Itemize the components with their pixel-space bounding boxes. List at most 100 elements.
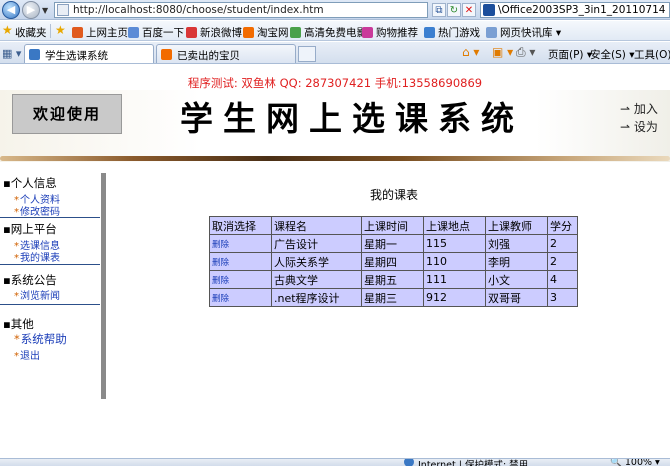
new-tab-button[interactable] — [298, 46, 316, 62]
fav-icon — [243, 27, 254, 38]
url-text: http://localhost:8080/choose/student/ind… — [73, 4, 324, 16]
address-bar: ◀ ▶ ▼ http://localhost:8080/choose/stude… — [0, 0, 670, 20]
course-location: 912 — [423, 288, 486, 307]
delete-link[interactable]: 删除 — [209, 270, 272, 289]
favorites-star-icon[interactable]: ★ — [2, 23, 13, 37]
col-location: 上课地点 — [423, 216, 486, 235]
sidebar-item-news[interactable]: 浏览新闻 — [14, 287, 60, 302]
table-row: 删除 广告设计 星期一 115 刘强 2 — [209, 234, 578, 253]
section-platform: ▪网上平台 — [3, 222, 57, 236]
table-row: 删除 .net程序设计 星期三 912 双哥哥 3 — [209, 288, 578, 307]
delete-link[interactable]: 删除 — [209, 288, 272, 307]
divider — [0, 217, 100, 218]
status-bar: Internet | 保护模式: 禁用 🔍 100% ▾ — [0, 458, 670, 466]
course-credit: 4 — [547, 270, 578, 289]
forward-button[interactable]: ▶ — [22, 1, 40, 19]
course-name: .net程序设计 — [271, 288, 362, 307]
table-row: 删除 人际关系学 星期四 110 李明 2 — [209, 252, 578, 271]
course-location: 111 — [423, 270, 486, 289]
search-text: \Office2003SP3_3in1_20110714 — [498, 4, 666, 16]
favorites-bar: ★ 收藏夹 ★ 上网主页 百度一下 新浪微博 淘宝网 高清免费电影 购物推荐 热… — [0, 21, 670, 41]
divider — [0, 304, 100, 305]
internet-zone-icon — [404, 459, 414, 466]
search-input[interactable]: \Office2003SP3_3in1_20110714 — [480, 2, 670, 18]
search-provider-icon — [483, 4, 495, 16]
favorites-button[interactable]: 收藏夹 — [15, 25, 47, 40]
course-location: 110 — [423, 252, 486, 271]
fav-item-taobao[interactable]: 淘宝网 — [243, 25, 289, 40]
fav-item-baidu[interactable]: 百度一下 — [128, 25, 184, 40]
welcome-box: 欢迎使用 — [12, 94, 122, 134]
url-input[interactable]: http://localhost:8080/choose/student/ind… — [54, 2, 428, 18]
sidebar-item-help[interactable]: 系统帮助 — [14, 331, 67, 347]
sidebar-item-logout[interactable]: 退出 — [14, 347, 40, 362]
section-personal: ▪个人信息 — [3, 176, 57, 190]
fav-icon — [128, 27, 139, 38]
course-name: 广告设计 — [271, 234, 362, 253]
back-button[interactable]: ◀ — [2, 1, 20, 19]
course-teacher: 小文 — [485, 270, 548, 289]
fav-item-movies[interactable]: 高清免费电影 — [290, 25, 367, 40]
course-credit: 3 — [547, 288, 578, 307]
table-header-row: 取消选择 课程名 上课时间 上课地点 上课教师 学分 — [209, 216, 578, 235]
divider — [50, 24, 51, 38]
course-teacher: 双哥哥 — [485, 288, 548, 307]
sidebar-item-my-schedule[interactable]: 我的课表 — [14, 249, 60, 264]
col-time: 上课时间 — [361, 216, 424, 235]
add-favorite-link[interactable]: ⇀ 加入 — [620, 100, 658, 117]
fav-icon — [424, 27, 435, 38]
print-icon[interactable]: ⎙ ▾ — [516, 45, 535, 60]
program-info-line: 程序测试: 双鱼林 QQ: 287307421 手机:13558690869 — [187, 76, 483, 90]
course-teacher: 刘强 — [485, 234, 548, 253]
course-name: 古典文学 — [271, 270, 362, 289]
page-icon — [57, 4, 69, 16]
tab-course-system[interactable]: 学生选课系统 — [24, 44, 154, 63]
set-homepage-link[interactable]: ⇀ 设为 — [620, 118, 658, 135]
tab-page-icon — [29, 49, 40, 60]
fav-item-homepage[interactable]: 上网主页 — [72, 25, 128, 40]
fav-icon — [486, 27, 497, 38]
delete-link[interactable]: 删除 — [209, 234, 272, 253]
refresh-icon[interactable]: ↻ — [447, 3, 461, 17]
home-icon[interactable]: ⌂ ▾ — [462, 45, 479, 59]
fav-item-shopping[interactable]: 购物推荐 — [362, 25, 418, 40]
section-other: ▪其他 — [3, 317, 34, 331]
history-dropdown-icon[interactable]: ▼ — [42, 6, 48, 15]
table-caption: 我的课表 — [369, 188, 418, 202]
sidebar-item-change-password[interactable]: 修改密码 — [14, 203, 60, 218]
safety-menu[interactable]: 安全(S) ▾ — [590, 47, 634, 62]
add-favorite-icon[interactable]: ★ — [55, 23, 66, 37]
fav-item-weibo[interactable]: 新浪微博 — [186, 25, 242, 40]
stop-icon[interactable]: ✕ — [462, 3, 476, 17]
zoom-level[interactable]: 🔍 100% ▾ — [610, 459, 660, 466]
fav-item-webslice[interactable]: 网页快讯库 ▾ — [486, 25, 561, 40]
fav-icon — [290, 27, 301, 38]
table-row: 删除 古典文学 星期五 111 小文 4 — [209, 270, 578, 289]
fav-item-games[interactable]: 热门游戏 — [424, 25, 480, 40]
course-time: 星期三 — [361, 288, 424, 307]
security-zone: Internet | 保护模式: 禁用 — [418, 460, 529, 466]
tab-page-icon — [161, 49, 172, 60]
course-credit: 2 — [547, 234, 578, 253]
tab-sold-items[interactable]: 已卖出的宝贝 — [156, 44, 296, 63]
fav-icon — [186, 27, 197, 38]
page-menu[interactable]: 页面(P) ▾ — [548, 47, 592, 62]
compatibility-icon[interactable]: ⧉ — [432, 3, 446, 17]
course-location: 115 — [423, 234, 486, 253]
feeds-icon[interactable]: ▣ ▾ — [492, 45, 513, 59]
brush-divider — [0, 156, 670, 161]
delete-link[interactable]: 删除 — [209, 252, 272, 271]
web-page: 程序测试: 双鱼林 QQ: 287307421 手机:13558690869 欢… — [0, 65, 670, 458]
site-banner: 欢迎使用 学生网上选课系统 ⇀ 加入 ⇀ 设为 — [0, 90, 670, 162]
course-credit: 2 — [547, 252, 578, 271]
sidebar: ▪个人信息 个人资料 修改密码 ▪网上平台 选课信息 我的课表 ▪系统公告 浏览… — [0, 173, 106, 399]
col-credit: 学分 — [547, 216, 578, 235]
divider — [0, 264, 100, 265]
fav-icon — [362, 27, 373, 38]
quick-tabs-icon[interactable]: ▦ ▾ — [2, 47, 21, 60]
fav-icon — [72, 27, 83, 38]
site-title: 学生网上选课系统 — [180, 99, 524, 138]
course-name: 人际关系学 — [271, 252, 362, 271]
tools-menu[interactable]: 工具(O) — [634, 47, 670, 62]
tab-bar: ▦ ▾ 学生选课系统 已卖出的宝贝 ⌂ ▾ ▣ ▾ ⎙ ▾ 页面(P) ▾ 安全… — [0, 42, 670, 64]
